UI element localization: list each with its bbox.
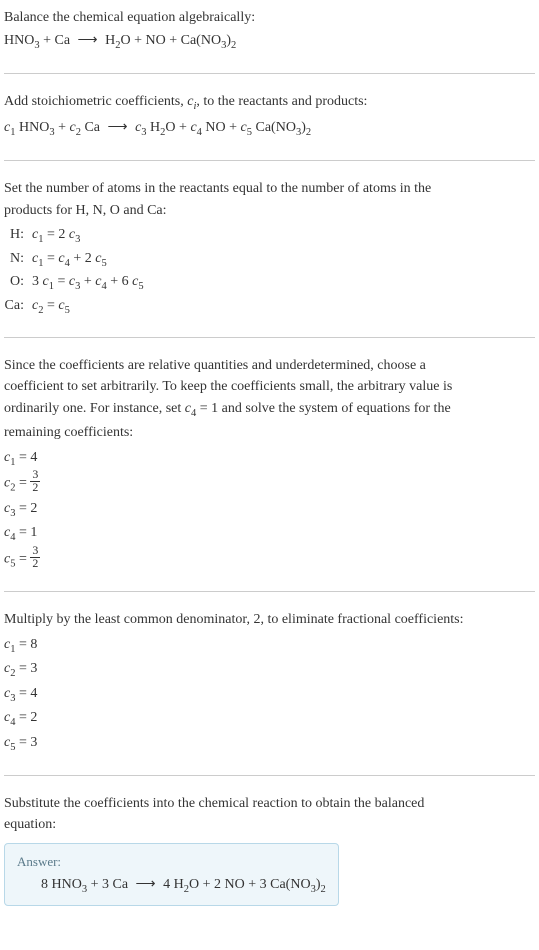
- answer-label: Answer:: [17, 854, 326, 870]
- atom-equation: c1 = 2 c3: [32, 224, 535, 248]
- section-answer: Substitute the coefficients into the che…: [4, 794, 535, 924]
- coef-row: c3 = 4: [4, 683, 535, 708]
- balance-intro-1: Set the number of atoms in the reactants…: [4, 179, 535, 199]
- coef-row: c1 = 4: [4, 447, 535, 472]
- coef-row: c5 = 32: [4, 547, 535, 573]
- coef-row: c4 = 1: [4, 522, 535, 547]
- coef-row: c4 = 2: [4, 707, 535, 732]
- atom-equation: 3 c1 = c3 + c4 + 6 c5: [32, 271, 535, 295]
- lcm-intro: Multiply by the least common denominator…: [4, 610, 535, 630]
- coef-row: c3 = 2: [4, 498, 535, 523]
- atom-equation: c1 = c4 + 2 c5: [32, 248, 535, 272]
- atom-row-n: N: c1 = c4 + 2 c5: [4, 248, 535, 272]
- section-multiply-lcm: Multiply by the least common denominator…: [4, 610, 535, 776]
- coef-row: c2 = 3: [4, 658, 535, 683]
- section-solve-initial: Since the coefficients are relative quan…: [4, 356, 535, 592]
- atom-label: Ca:: [4, 295, 32, 319]
- coef-row: c2 = 32: [4, 471, 535, 497]
- atom-row-o: O: 3 c1 = c3 + c4 + 6 c5: [4, 271, 535, 295]
- balanced-equation: 8 HNO3 + 3 Ca ⟶ 4 H2O + 2 NO + 3 Ca(NO3)…: [17, 876, 326, 895]
- unbalanced-equation: HNO3 + Ca ⟶ H2O + NO + Ca(NO3)2: [4, 30, 535, 54]
- final-coef-list: c1 = 8 c2 = 3 c3 = 4 c4 = 2 c5 = 3: [4, 634, 535, 757]
- atom-balance-table: H: c1 = 2 c3 N: c1 = c4 + 2 c5 O: 3 c1 =…: [4, 224, 535, 318]
- atom-label: O:: [4, 271, 32, 295]
- atom-label: N:: [4, 248, 32, 272]
- atom-row-ca: Ca: c2 = c5: [4, 295, 535, 319]
- problem-statement: Balance the chemical equation algebraica…: [4, 8, 535, 28]
- balance-intro-2: products for H, N, O and Ca:: [4, 201, 535, 221]
- answer-box: Answer: 8 HNO3 + 3 Ca ⟶ 4 H2O + 2 NO + 3…: [4, 843, 339, 906]
- answer-intro-1: Substitute the coefficients into the che…: [4, 794, 535, 814]
- coef-equation: c1 HNO3 + c2 Ca ⟶ c3 H2O + c4 NO + c5 Ca…: [4, 117, 535, 141]
- atom-row-h: H: c1 = 2 c3: [4, 224, 535, 248]
- atom-label: H:: [4, 224, 32, 248]
- solve-intro-4: remaining coefficients:: [4, 423, 535, 443]
- section-problem: Balance the chemical equation algebraica…: [4, 8, 535, 74]
- coef-row: c1 = 8: [4, 634, 535, 659]
- solve-intro-2: coefficient to set arbitrarily. To keep …: [4, 377, 535, 397]
- solve-intro-3: ordinarily one. For instance, set c4 = 1…: [4, 399, 535, 421]
- section-atom-balance: Set the number of atoms in the reactants…: [4, 179, 535, 337]
- section-add-coefficients: Add stoichiometric coefficients, ci, to …: [4, 92, 535, 161]
- atom-equation: c2 = c5: [32, 295, 535, 319]
- coef-row: c5 = 3: [4, 732, 535, 757]
- add-coef-text: Add stoichiometric coefficients, ci, to …: [4, 92, 535, 114]
- solve-intro-1: Since the coefficients are relative quan…: [4, 356, 535, 376]
- answer-intro-2: equation:: [4, 815, 535, 835]
- initial-coef-list: c1 = 4 c2 = 32 c3 = 2 c4 = 1 c5 = 32: [4, 447, 535, 573]
